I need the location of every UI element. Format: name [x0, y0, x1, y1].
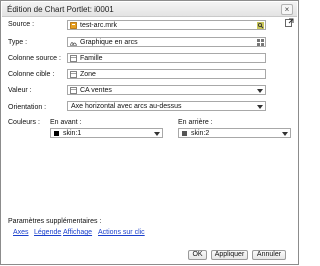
ok-button[interactable]: OK	[188, 250, 207, 260]
link-axes[interactable]: Axes	[13, 229, 29, 236]
en-avant-color-select[interactable]: skin:1	[50, 128, 163, 138]
source-field[interactable]: test-arc.mrk	[67, 20, 266, 30]
en-arriere-value: skin:2	[191, 130, 210, 137]
arc-chart-icon	[70, 42, 77, 46]
link-actions-sur-clic[interactable]: Actions sur clic	[98, 229, 145, 236]
close-icon: ×	[284, 5, 290, 14]
en-arriere-color-select[interactable]: skin:2	[178, 128, 291, 138]
colonne-cible-field[interactable]: Zone	[67, 69, 266, 79]
color-swatch	[54, 131, 59, 136]
orientation-value: Axe horizontal avec arcs au-dessus	[71, 103, 182, 110]
color-swatch	[182, 131, 187, 136]
type-field[interactable]: Graphique en arcs	[67, 37, 266, 47]
column-icon	[70, 55, 77, 62]
cancel-button[interactable]: Annuler	[252, 250, 286, 260]
file-icon	[70, 22, 77, 29]
link-affichage[interactable]: Affichage	[63, 229, 92, 236]
colonne-source-value: Famille	[80, 55, 103, 62]
extra-params-label: Paramètres supplémentaires :	[8, 218, 102, 225]
colonne-source-label: Colonne source :	[8, 55, 61, 62]
apply-button[interactable]: Appliquer	[211, 250, 248, 260]
chevron-down-icon[interactable]	[257, 89, 263, 93]
colonne-source-field[interactable]: Famille	[67, 53, 266, 63]
source-value: test-arc.mrk	[80, 22, 117, 29]
chevron-down-icon[interactable]	[257, 105, 263, 109]
valeur-label: Valeur :	[8, 87, 32, 94]
colonne-cible-value: Zone	[80, 71, 96, 78]
close-button[interactable]: ×	[281, 4, 293, 15]
colonne-cible-label: Colonne cible :	[8, 71, 55, 78]
value-column-icon	[70, 87, 77, 94]
source-label: Source :	[8, 21, 35, 28]
link-legende[interactable]: Légende	[34, 229, 61, 236]
dialog-title: Édition de Chart Portlet: i0001	[7, 5, 114, 14]
en-avant-value: skin:1	[63, 130, 82, 137]
column-icon	[70, 71, 77, 78]
couleurs-label: Couleurs :	[8, 119, 40, 126]
type-label: Type :	[8, 39, 28, 46]
grid-icon[interactable]	[257, 39, 264, 46]
orientation-select[interactable]: Axe horizontal avec arcs au-dessus	[67, 101, 266, 111]
en-avant-label: En avant :	[50, 119, 82, 126]
valeur-field[interactable]: CA ventes	[67, 85, 266, 95]
chevron-down-icon[interactable]	[154, 132, 160, 136]
type-value: Graphique en arcs	[80, 39, 138, 46]
browse-icon[interactable]	[257, 22, 264, 29]
chart-portlet-dialog: Édition de Chart Portlet: i0001 × Source…	[0, 0, 299, 265]
en-arriere-label: En arrière :	[178, 119, 213, 126]
dialog-titlebar[interactable]: Édition de Chart Portlet: i0001 ×	[2, 2, 297, 17]
valeur-value: CA ventes	[80, 87, 112, 94]
orientation-label: Orientation :	[8, 104, 47, 111]
chevron-down-icon[interactable]	[282, 132, 288, 136]
popout-icon[interactable]	[285, 18, 294, 27]
